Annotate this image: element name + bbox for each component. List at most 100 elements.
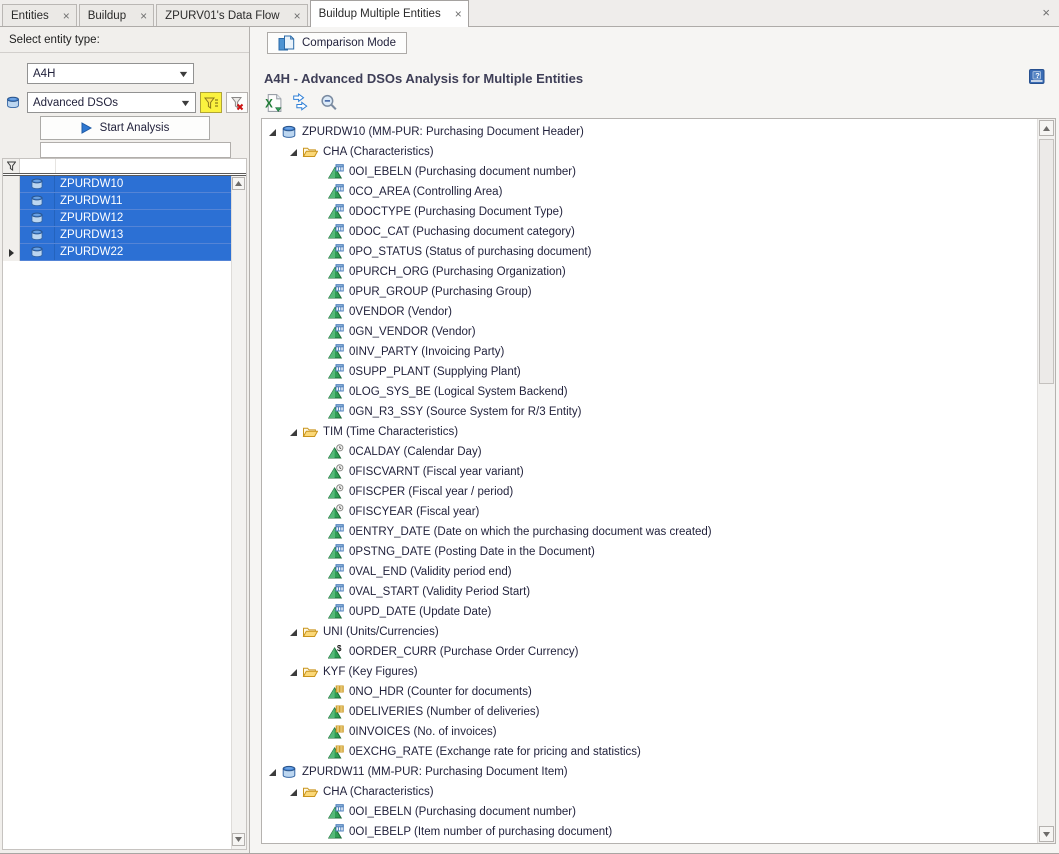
export-arrows-icon[interactable] xyxy=(291,93,311,113)
tree-row[interactable]: ZPURDW10 (MM-PUR: Purchasing Document He… xyxy=(262,122,1038,142)
clear-filter-button[interactable] xyxy=(226,92,248,113)
tree-row[interactable]: KYF (Key Figures) xyxy=(262,662,1038,682)
entity-list-scrollbar[interactable] xyxy=(231,176,246,849)
tree-row[interactable]: UNI (Units/Currencies) xyxy=(262,622,1038,642)
filter-cell-name[interactable] xyxy=(56,159,246,173)
entity-row[interactable]: ZPURDW11 xyxy=(3,193,232,210)
tree-row[interactable]: TIM (Time Characteristics) xyxy=(262,422,1038,442)
tree-row[interactable]: 0NO_HDR (Counter for documents) xyxy=(262,682,1038,702)
characteristic-icon xyxy=(328,284,344,300)
tab-zpurv01-s-data-flow[interactable]: ZPURV01's Data Flow× xyxy=(156,4,307,26)
svg-text:X: X xyxy=(265,99,273,111)
database-icon xyxy=(29,177,45,191)
tree-row[interactable]: 0CO_AREA (Controlling Area) xyxy=(262,182,1038,202)
tree-row-label: 0INVOICES (No. of invoices) xyxy=(349,726,497,738)
characteristic-icon xyxy=(328,564,344,580)
entity-row[interactable]: ZPURDW12 xyxy=(3,210,232,227)
tree-row[interactable]: 0OI_EBELN (Purchasing document number) xyxy=(262,162,1038,182)
tree-row-label: 0DOCTYPE (Purchasing Document Type) xyxy=(349,206,563,218)
tree-row[interactable]: 0PUR_GROUP (Purchasing Group) xyxy=(262,282,1038,302)
tree-row[interactable]: 0VAL_START (Validity Period Start) xyxy=(262,582,1038,602)
scroll-up-button[interactable] xyxy=(232,177,245,190)
database-icon xyxy=(29,211,45,225)
tab-close-icon[interactable]: × xyxy=(140,10,147,22)
tree-row[interactable]: 0INVOICES (No. of invoices) xyxy=(262,722,1038,742)
entity-name: ZPURDW10 xyxy=(55,178,123,190)
tab-close-icon[interactable]: × xyxy=(294,10,301,22)
tree-row[interactable]: 0FISCPER (Fiscal year / period) xyxy=(262,482,1038,502)
zoom-out-icon[interactable] xyxy=(319,93,339,113)
export-excel-icon[interactable]: X xyxy=(263,93,283,113)
tree-row-label: 0FISCPER (Fiscal year / period) xyxy=(349,486,513,498)
tab-entities[interactable]: Entities× xyxy=(2,4,77,26)
tabstrip-close-icon[interactable]: × xyxy=(1042,5,1050,20)
tree-row[interactable]: 0VENDOR (Vendor) xyxy=(262,302,1038,322)
system-select[interactable]: A4H ▼ xyxy=(27,63,194,84)
tree-row[interactable]: 0GN_R3_SSY (Source System for R/3 Entity… xyxy=(262,402,1038,422)
tree-row-label: 0CO_AREA (Controlling Area) xyxy=(349,186,502,198)
tree-row[interactable]: 0SUPP_PLANT (Supplying Plant) xyxy=(262,362,1038,382)
comparison-mode-button[interactable]: Comparison Mode xyxy=(267,32,407,54)
scroll-up-button[interactable] xyxy=(1039,120,1054,136)
tree-row-label: 0VENDOR (Vendor) xyxy=(349,306,452,318)
tree-expanded-arrow-icon[interactable] xyxy=(268,128,277,137)
scroll-down-button[interactable] xyxy=(232,833,245,846)
help-book-icon[interactable]: ? xyxy=(1028,68,1046,86)
svg-text:?: ? xyxy=(1035,71,1040,80)
entity-filter-input[interactable] xyxy=(40,142,231,158)
scrollbar-thumb[interactable] xyxy=(1039,139,1054,384)
tree-row[interactable]: 0OI_EBELP (Item number of purchasing doc… xyxy=(262,822,1038,842)
tree-row[interactable]: 0EXCHG_RATE (Exchange rate for pricing a… xyxy=(262,742,1038,762)
tree-expanded-arrow-icon[interactable] xyxy=(289,148,298,157)
tree-row[interactable]: 0LOG_SYS_BE (Logical System Backend) xyxy=(262,382,1038,402)
comparison-mode-label: Comparison Mode xyxy=(302,37,396,49)
tree-row[interactable]: 0GN_VENDOR (Vendor) xyxy=(262,322,1038,342)
tree-row[interactable]: 0CALDAY (Calendar Day) xyxy=(262,442,1038,462)
filter-cell-icon[interactable] xyxy=(20,159,56,173)
tree-row[interactable]: 0PO_STATUS (Status of purchasing documen… xyxy=(262,242,1038,262)
entity-row[interactable]: ZPURDW13 xyxy=(3,227,232,244)
filter-row[interactable] xyxy=(3,159,246,176)
entity-type-select[interactable]: Advanced DSOs ▼ xyxy=(27,92,196,113)
tree-row[interactable]: 0ENTRY_DATE (Date on which the purchasin… xyxy=(262,522,1038,542)
tree-row[interactable]: ZPURDW11 (MM-PUR: Purchasing Document It… xyxy=(262,762,1038,782)
tree-row[interactable]: CHA (Characteristics) xyxy=(262,142,1038,162)
tree-row[interactable]: 0FISCVARNT (Fiscal year variant) xyxy=(262,462,1038,482)
tab-buildup-multiple-entities[interactable]: Buildup Multiple Entities× xyxy=(310,0,469,27)
tree-row[interactable]: 0PURCH_ORG (Purchasing Organization) xyxy=(262,262,1038,282)
tree-row[interactable]: $0ORDER_CURR (Purchase Order Currency) xyxy=(262,642,1038,662)
tree-row[interactable] xyxy=(262,842,1038,843)
entity-row[interactable]: ZPURDW22 xyxy=(3,244,232,261)
characteristic-icon xyxy=(328,224,344,240)
tree-row[interactable]: 0DELIVERIES (Number of deliveries) xyxy=(262,702,1038,722)
tree-row[interactable]: 0INV_PARTY (Invoicing Party) xyxy=(262,342,1038,362)
tree-row[interactable]: 0UPD_DATE (Update Date) xyxy=(262,602,1038,622)
tree-expanded-arrow-icon[interactable] xyxy=(289,668,298,677)
tree-row-label: KYF (Key Figures) xyxy=(323,666,418,678)
tree-expanded-arrow-icon[interactable] xyxy=(289,788,298,797)
keyfigure-icon xyxy=(328,724,344,740)
entity-row[interactable]: ZPURDW10 xyxy=(3,176,232,193)
tree-row[interactable]: 0VAL_END (Validity period end) xyxy=(262,562,1038,582)
tree-row[interactable]: 0DOC_CAT (Puchasing document category) xyxy=(262,222,1038,242)
tree-row-label: 0ENTRY_DATE (Date on which the purchasin… xyxy=(349,526,712,538)
tree-row[interactable]: 0PSTNG_DATE (Posting Date in the Documen… xyxy=(262,542,1038,562)
tree-row[interactable]: CHA (Characteristics) xyxy=(262,782,1038,802)
filter-row-indicator xyxy=(3,159,20,173)
tree-scrollbar[interactable] xyxy=(1037,119,1055,843)
tree-expanded-arrow-icon[interactable] xyxy=(289,428,298,437)
tab-buildup[interactable]: Buildup× xyxy=(79,4,154,26)
tree-expanded-arrow-icon[interactable] xyxy=(289,628,298,637)
tab-close-icon[interactable]: × xyxy=(455,8,462,20)
tree-row[interactable]: 0FISCYEAR (Fiscal year) xyxy=(262,502,1038,522)
tab-close-icon[interactable]: × xyxy=(63,10,70,22)
tree-row[interactable]: 0DOCTYPE (Purchasing Document Type) xyxy=(262,202,1038,222)
keyfigure-icon xyxy=(328,744,344,760)
tree-expanded-arrow-icon[interactable] xyxy=(268,768,277,777)
scroll-down-button[interactable] xyxy=(1039,826,1054,842)
tree-row-label: 0DELIVERIES (Number of deliveries) xyxy=(349,706,539,718)
tree-row-label: 0INV_PARTY (Invoicing Party) xyxy=(349,346,504,358)
set-filter-button[interactable] xyxy=(200,92,222,113)
tree-row[interactable]: 0OI_EBELN (Purchasing document number) xyxy=(262,802,1038,822)
start-analysis-button[interactable]: Start Analysis xyxy=(40,116,210,140)
